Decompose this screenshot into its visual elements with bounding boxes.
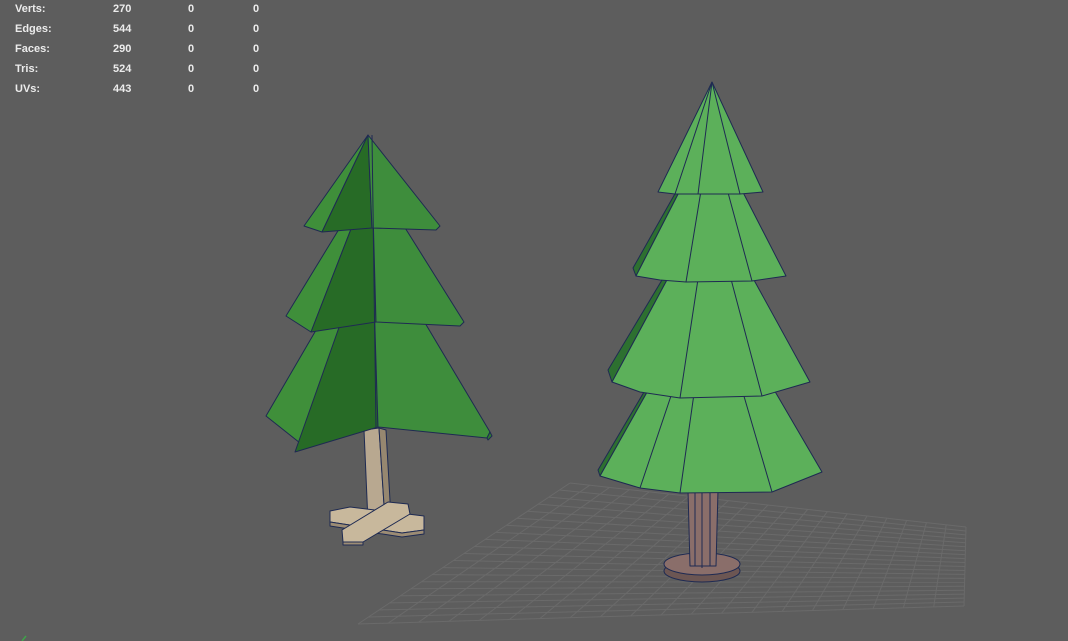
- tree-left[interactable]: [265, 134, 493, 546]
- 3d-viewport[interactable]: [0, 0, 1068, 641]
- axis-gizmo-icon: [21, 635, 27, 641]
- tree-right-tier-1: [657, 81, 764, 195]
- ground-grid: [357, 482, 967, 625]
- tree-left-tier-1-shadow: [321, 134, 373, 233]
- tree-left-tier-1-front: [367, 134, 441, 231]
- tree-right-trunk: [687, 489, 719, 567]
- tree-left-base-beam-cross-side: [342, 541, 364, 546]
